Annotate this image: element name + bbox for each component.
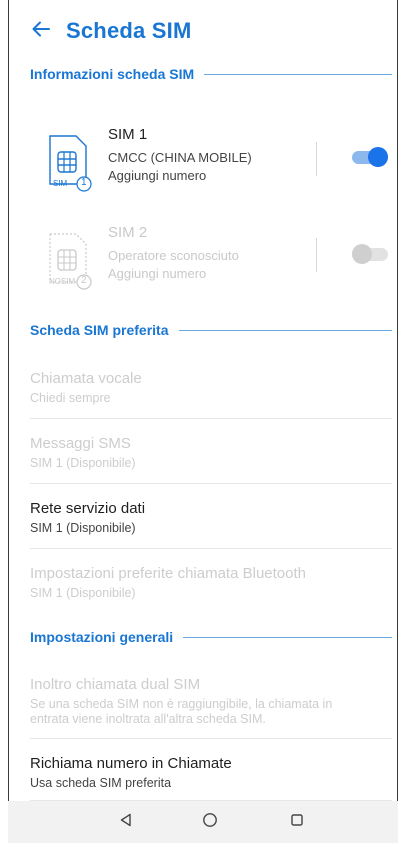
circle-home-icon xyxy=(202,812,218,833)
sim-2-toggle[interactable] xyxy=(352,244,388,264)
add-number-link[interactable]: Aggiungi numero xyxy=(108,168,252,183)
arrow-back-icon xyxy=(32,21,50,42)
square-recents-icon xyxy=(290,813,304,832)
sim-icon-label: NOSIM xyxy=(49,277,76,286)
item-title: Chiamata vocale xyxy=(30,370,142,387)
sim-icon-label: SIM xyxy=(53,179,68,188)
sim-2-row[interactable]: NOSIM 2 SIM 2 Operatore sconosciuto Aggi… xyxy=(8,222,398,312)
app-bar: Scheda SIM xyxy=(8,0,398,62)
back-button[interactable] xyxy=(30,20,52,42)
page-title: Scheda SIM xyxy=(66,18,192,43)
item-subtitle-line1: Se una scheda SIM non è raggiungibile, l… xyxy=(30,697,333,711)
item-subtitle: SIM 1 (Disponibile) xyxy=(30,456,136,470)
item-subtitle: Usa scheda SIM preferita xyxy=(30,776,172,790)
nav-back-button[interactable] xyxy=(116,812,136,832)
section-header-preferred-sim: Scheda SIM preferita xyxy=(30,322,392,338)
section-header-sim-info: Informazioni scheda SIM xyxy=(30,66,392,82)
item-title: Richiama numero in Chiamate xyxy=(30,755,232,772)
add-number-link[interactable]: Aggiungi numero xyxy=(108,266,239,281)
item-title: Messaggi SMS xyxy=(30,435,131,452)
item-subtitle: SIM 1 (Disponibile) xyxy=(30,586,136,600)
list-divider xyxy=(30,738,392,739)
system-nav-bar xyxy=(8,801,398,843)
nav-recents-button[interactable] xyxy=(287,812,307,832)
section-divider xyxy=(183,636,392,638)
vertical-divider xyxy=(316,238,317,272)
sim-carrier: Operatore sconosciuto xyxy=(108,248,239,263)
list-item-redial[interactable]: Richiama numero in Chiamate Usa scheda S… xyxy=(30,755,392,791)
section-divider xyxy=(204,73,392,75)
item-subtitle: Chiedi sempre xyxy=(30,391,111,405)
vertical-divider xyxy=(316,142,317,176)
section-header-general: Impostazioni generali xyxy=(30,629,392,645)
section-label: Informazioni scheda SIM xyxy=(30,66,195,82)
list-item-dual-sim-forwarding[interactable]: Inoltro chiamata dual SIM Se una scheda … xyxy=(30,676,392,727)
section-label: Impostazioni generali xyxy=(30,629,174,645)
list-divider xyxy=(30,418,392,419)
item-title: Impostazioni preferite chiamata Bluetoot… xyxy=(30,565,306,582)
item-subtitle: SIM 1 (Disponibile) xyxy=(30,521,136,535)
sim-name: SIM 1 xyxy=(108,126,148,143)
sim-icon-number: 2 xyxy=(81,275,87,286)
list-divider xyxy=(30,548,392,549)
sim-icon-number: 1 xyxy=(81,177,87,188)
sim-1-toggle[interactable] xyxy=(352,147,388,167)
sim-card-icon: SIM 1 xyxy=(44,132,100,192)
list-item-data-network[interactable]: Rete servizio dati SIM 1 (Disponibile) xyxy=(30,500,392,536)
section-divider xyxy=(178,329,392,331)
section-label: Scheda SIM preferita xyxy=(30,322,169,338)
list-item-voice-call[interactable]: Chiamata vocale Chiedi sempre xyxy=(30,370,392,406)
list-item-bluetooth-call[interactable]: Impostazioni preferite chiamata Bluetoot… xyxy=(30,565,392,601)
list-divider xyxy=(30,483,392,484)
nav-home-button[interactable] xyxy=(200,812,220,832)
sim-card-icon: NOSIM 2 xyxy=(44,230,100,290)
item-title: Rete servizio dati xyxy=(30,500,146,517)
sim-1-row[interactable]: SIM 1 SIM 1 CMCC (CHINA MOBILE) Aggiungi… xyxy=(8,124,398,214)
item-subtitle-line2: entrata viene inoltrata all'altra scheda… xyxy=(30,712,266,726)
item-title: Inoltro chiamata dual SIM xyxy=(30,676,201,693)
list-item-sms[interactable]: Messaggi SMS SIM 1 (Disponibile) xyxy=(30,435,392,471)
sim-name: SIM 2 xyxy=(108,224,148,241)
sim-carrier: CMCC (CHINA MOBILE) xyxy=(108,150,252,165)
triangle-back-icon xyxy=(119,813,133,832)
